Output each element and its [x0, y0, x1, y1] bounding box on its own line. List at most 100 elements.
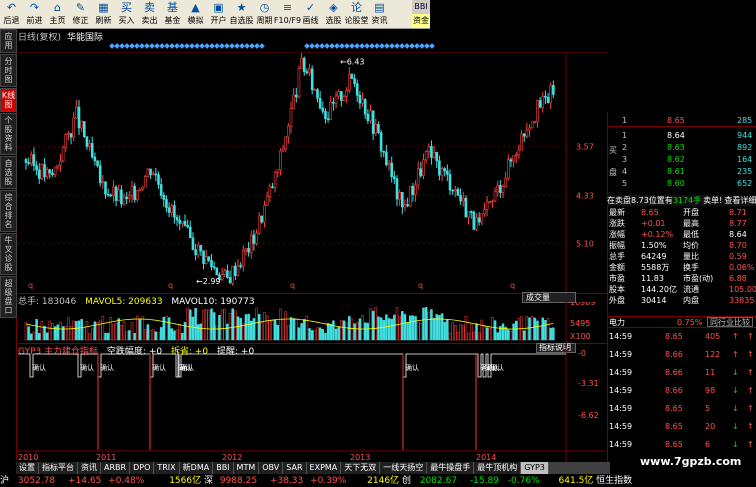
- forward-button[interactable]: ↷ 前进: [23, 0, 46, 29]
- event-marker[interactable]: [429, 43, 435, 49]
- tab-4[interactable]: DPO: [130, 462, 155, 474]
- trade-side-icon: ↑: [747, 422, 754, 431]
- candle: [106, 193, 110, 196]
- tab-3[interactable]: ARBR: [101, 462, 131, 474]
- bbi-tab[interactable]: BBI: [412, 0, 430, 14]
- tab-14[interactable]: 最牛操盘手: [427, 462, 475, 474]
- candle: [220, 274, 224, 280]
- volume-bar: [552, 327, 555, 341]
- candle: [318, 97, 322, 109]
- candle: [321, 107, 325, 112]
- fund-button[interactable]: 基基金: [161, 0, 184, 29]
- open-account-button[interactable]: ▣ 开户: [207, 0, 230, 29]
- volume-bar: [318, 327, 322, 341]
- tab-8[interactable]: MTM: [233, 462, 260, 474]
- volume-bar: [186, 307, 189, 341]
- period-button[interactable]: ◷ 周期: [253, 0, 276, 29]
- volume-bar: [297, 327, 301, 341]
- volume-bar: [197, 324, 200, 341]
- volume-bar: [369, 308, 372, 341]
- sidebar-item-6[interactable]: 牛叉诊股: [0, 233, 17, 275]
- year-tick: 2014: [476, 453, 496, 462]
- tab-12[interactable]: 天下无双: [341, 462, 381, 474]
- volume-bar: [239, 318, 242, 341]
- volume-bar: [533, 317, 537, 341]
- back-button[interactable]: ↶ 后退: [0, 0, 23, 29]
- volume-bar: [38, 332, 41, 341]
- tab-0[interactable]: 设置: [16, 462, 39, 474]
- tab-15[interactable]: 最牛顶机构: [474, 462, 522, 474]
- volume-bar: [159, 327, 163, 341]
- tab-13[interactable]: 一线天扬空: [380, 462, 428, 474]
- candle: [525, 129, 529, 137]
- tab-9[interactable]: OBV: [259, 462, 284, 474]
- refresh-button[interactable]: ▦ 刷新: [92, 0, 115, 29]
- candle: [403, 204, 407, 208]
- candle: [544, 95, 547, 98]
- candle: [104, 181, 107, 195]
- industry-compare-link[interactable]: 同行业比较: [707, 317, 753, 327]
- candle: [461, 197, 465, 202]
- volume-bar: [480, 319, 484, 341]
- candle: [125, 196, 128, 199]
- forum-icon: 论: [351, 1, 362, 14]
- kline-chart[interactable]: 5.10 4.33 3.57 ←6.43 ←2.99 q q q q q: [18, 52, 606, 302]
- volume-bar: [75, 321, 78, 341]
- draw-button[interactable]: ✓ 画线: [299, 0, 322, 29]
- simulate-button[interactable]: ▲ 模拟: [184, 0, 207, 29]
- volume-bar: [419, 322, 423, 341]
- candle: [130, 185, 134, 197]
- stock-pick-button[interactable]: ◈ 选股: [322, 0, 345, 29]
- watchlist-label: 自选股: [229, 16, 254, 25]
- watchlist-button[interactable]: ★ 自选股: [229, 0, 254, 29]
- sidebar-item-7[interactable]: 超级盘口: [0, 276, 17, 318]
- sidebar-item-2[interactable]: K线图: [0, 88, 17, 112]
- news-button[interactable]: ▤ 资讯: [368, 0, 391, 29]
- quote-label: 流通: [683, 285, 699, 294]
- tab-7[interactable]: BBI: [213, 462, 234, 474]
- tab-5[interactable]: TRIX: [154, 462, 180, 474]
- volume-bar: [265, 315, 269, 341]
- volume-bar: [178, 324, 181, 341]
- candle: [509, 159, 513, 162]
- volume-bar: [165, 316, 168, 341]
- volume-bar: [308, 328, 311, 341]
- sidebar-item-0[interactable]: 应用: [0, 29, 17, 53]
- candle: [120, 189, 123, 205]
- sell-button[interactable]: 卖卖出: [138, 0, 161, 29]
- order-alert[interactable]: 在卖盘8.73位置有3174手 卖单! 查看详细: [607, 195, 756, 206]
- forum-button[interactable]: 论论股堂: [345, 0, 369, 29]
- trade-arrow-icon: ↓: [732, 422, 739, 431]
- sidebar-item-5[interactable]: 综合排名: [0, 190, 17, 232]
- volume-bar: [260, 322, 264, 341]
- candle: [361, 99, 364, 104]
- sidebar-item-4[interactable]: 自选股: [0, 156, 17, 189]
- tab-6[interactable]: 新DMA: [179, 462, 214, 474]
- candle: [411, 185, 415, 195]
- volume-bar: [257, 314, 261, 341]
- tab-1[interactable]: 指标平台: [39, 462, 78, 474]
- candle: [257, 215, 261, 234]
- home-button[interactable]: ⌂ 主页: [46, 0, 69, 29]
- tab-10[interactable]: SAR: [283, 462, 307, 474]
- candle: [289, 108, 293, 127]
- volume-bar: [114, 323, 118, 341]
- f10-button[interactable]: ≡ F10/F9: [274, 0, 301, 29]
- sidebar-item-1[interactable]: 分时图: [0, 54, 17, 87]
- tab-11[interactable]: EXPMA: [306, 462, 342, 474]
- volume-bar: [220, 309, 224, 341]
- capital-tab[interactable]: 资金: [412, 14, 430, 28]
- candle: [37, 169, 41, 179]
- volume-bar: [189, 309, 192, 341]
- candle: [504, 177, 507, 188]
- candle: [128, 195, 131, 199]
- edit-button[interactable]: ✎ 修正: [69, 0, 92, 29]
- sidebar-item-3[interactable]: 个股资料: [0, 113, 17, 155]
- event-marker[interactable]: [259, 43, 265, 49]
- buy-level-label: 3: [622, 155, 628, 164]
- tab-2[interactable]: 资讯: [78, 462, 101, 474]
- chart-title: 日线(复权) 华能国际: [18, 30, 109, 43]
- tab-16[interactable]: GYP3: [521, 462, 549, 474]
- buy-button[interactable]: 买买入: [115, 0, 138, 29]
- volume-bar: [300, 323, 303, 341]
